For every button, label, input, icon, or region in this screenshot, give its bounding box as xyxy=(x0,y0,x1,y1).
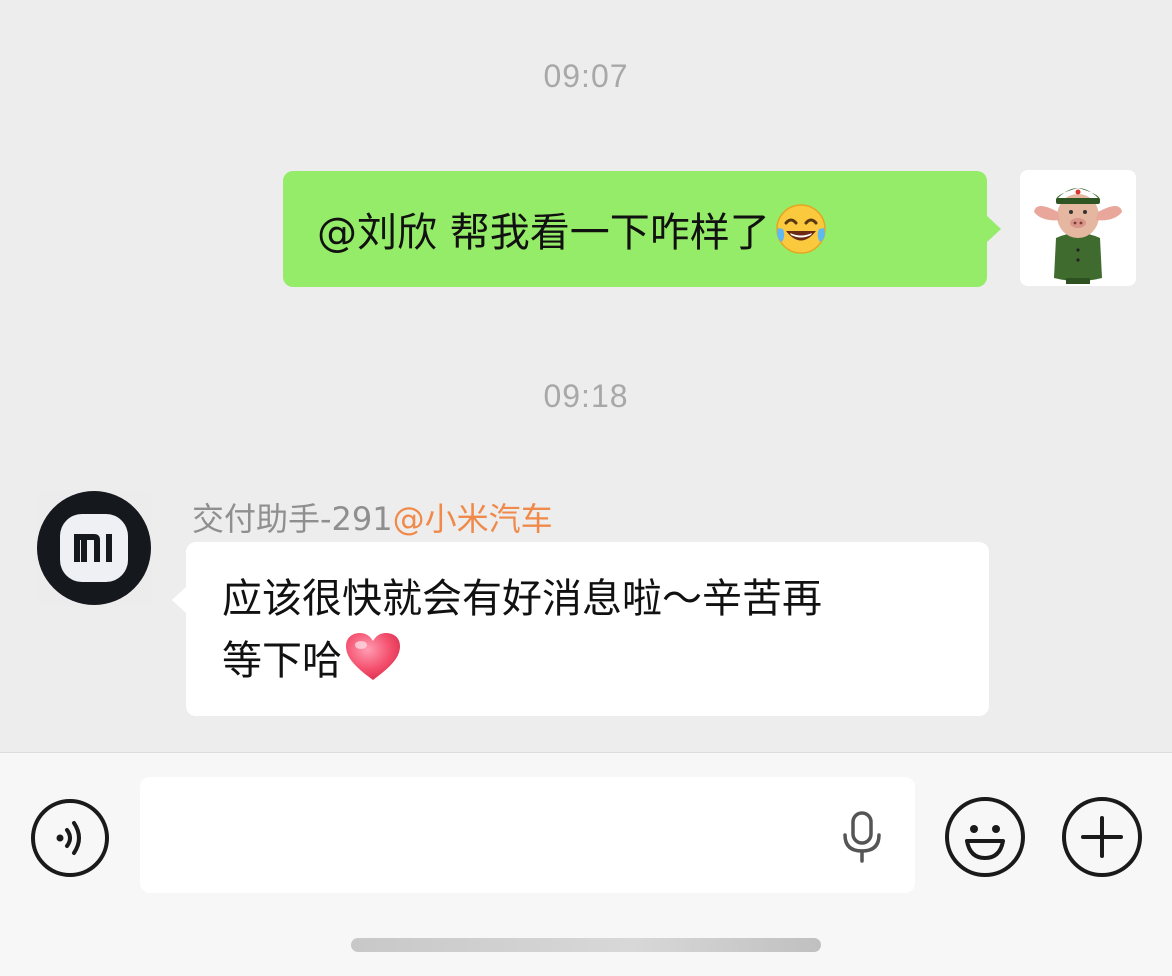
message-input[interactable] xyxy=(160,777,824,895)
heart-icon xyxy=(344,632,402,682)
plus-icon[interactable] xyxy=(1061,796,1143,878)
incoming-message-bubble[interactable]: 应该很快就会有好消息啦～辛苦再 等下哈 xyxy=(172,542,989,716)
message-input-box[interactable] xyxy=(140,777,915,895)
xiaomi-avatar[interactable] xyxy=(36,490,152,606)
message-text-line-2: 等下哈 xyxy=(222,630,959,692)
timestamp: 09:18 xyxy=(543,378,629,414)
chat-area: 09:07 @刘欣 帮我看一下咋样了 09:18 交付助手-291@小米汽车 应… xyxy=(0,0,1172,752)
microphone-icon[interactable] xyxy=(840,811,884,863)
timestamp: 09:07 xyxy=(543,58,629,94)
my-avatar[interactable] xyxy=(1020,170,1136,286)
sender-display-name: 交付助手-291 xyxy=(192,500,393,538)
voice-mode-icon[interactable] xyxy=(30,798,110,878)
message-text-line-1: 应该很快就会有好消息啦～辛苦再 xyxy=(222,576,822,622)
sender-name: 交付助手-291@小米汽车 xyxy=(192,494,553,540)
message-text: @刘欣 帮我看一下咋样了 xyxy=(317,210,770,256)
emoji-icon[interactable] xyxy=(944,796,1026,878)
message-text-line-2-text: 等下哈 xyxy=(222,638,342,684)
input-bar xyxy=(0,752,1172,976)
home-indicator[interactable] xyxy=(351,938,821,952)
face-with-tears-of-joy-icon xyxy=(774,202,828,256)
sender-org: @小米汽车 xyxy=(392,500,553,538)
outgoing-message-bubble[interactable]: @刘欣 帮我看一下咋样了 xyxy=(283,171,1001,287)
